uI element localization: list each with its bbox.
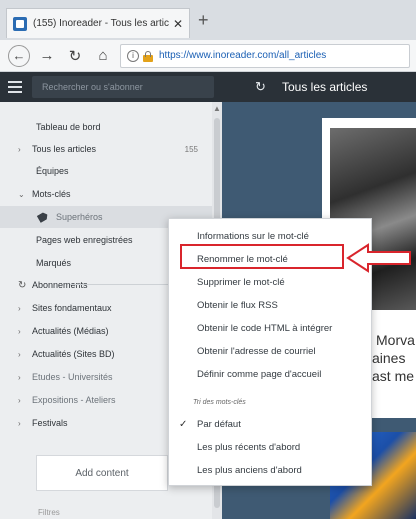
menu-item-rss-feed[interactable]: Obtenir le flux RSS [197, 300, 278, 311]
highlight-box [180, 244, 344, 269]
back-icon[interactable]: ← [8, 44, 30, 67]
article-title-line[interactable]: Morva [376, 332, 415, 348]
lock-icon [143, 50, 153, 62]
filters-label[interactable]: Filtres [38, 508, 60, 517]
info-icon[interactable]: i [127, 49, 139, 62]
refresh-icon[interactable]: ↻ [255, 79, 266, 95]
sidebar-item-tags[interactable]: ⌄ Mots-clés [0, 183, 212, 205]
sort-section-heading: Tri des mots-clés [193, 399, 246, 406]
browser-tab[interactable]: (155) Inoreader - Tous les artic ✕ [6, 8, 190, 38]
browser-navbar: ← → ↻ ⌂ i https://www.inoreader.com/all_… [0, 40, 416, 72]
home-icon[interactable]: ⌂ [92, 45, 114, 67]
search-input[interactable]: Rechercher ou s'abonner [32, 76, 214, 98]
sidebar-item-label: Tous les articles [32, 144, 97, 154]
menu-item-tag-info[interactable]: Informations sur le mot-clé [197, 231, 309, 242]
reload-icon[interactable]: ↻ [64, 45, 86, 67]
page-title: Tous les articles [282, 80, 368, 94]
sidebar-item-label: Tableau de bord [36, 122, 101, 132]
app-header: Rechercher ou s'abonner ↻ Tous les artic… [0, 72, 416, 102]
menu-item-sort-default[interactable]: Par défaut [197, 419, 241, 430]
sidebar-item-all-articles[interactable]: › Tous les articles 155 [0, 138, 212, 160]
chevron-right-icon[interactable]: › [18, 145, 32, 154]
browser-tabbar: (155) Inoreader - Tous les artic ✕ + [0, 0, 416, 40]
article-title-line[interactable]: ast me [372, 368, 414, 384]
add-content-button[interactable]: Add content [36, 455, 168, 491]
chevron-down-icon[interactable]: ⌄ [18, 190, 32, 199]
inoreader-favicon-icon [13, 16, 27, 31]
chevron-right-icon[interactable]: › [18, 419, 32, 428]
scroll-up-icon[interactable]: ▲ [212, 104, 222, 113]
chevron-right-icon[interactable]: › [18, 350, 32, 359]
tab-title: (155) Inoreader - Tous les artic [33, 18, 169, 29]
menu-item-email-address[interactable]: Obtenir l'adresse de courriel [197, 346, 316, 357]
article-title-line[interactable]: aines [372, 350, 405, 366]
menu-item-embed-html[interactable]: Obtenir le code HTML à intégrer [197, 323, 332, 334]
chevron-right-icon[interactable]: › [18, 373, 32, 382]
search-placeholder: Rechercher ou s'abonner [42, 82, 143, 92]
menu-icon[interactable] [8, 81, 22, 93]
sidebar-item-dashboard[interactable]: Tableau de bord [0, 116, 212, 138]
menu-item-set-homepage[interactable]: Définir comme page d'accueil [197, 369, 321, 380]
sidebar-item-label: Mots-clés [32, 189, 71, 199]
sidebar-item-label: Équipes [36, 166, 69, 176]
sidebar-item-teams[interactable]: Équipes [0, 160, 212, 182]
menu-item-sort-newest[interactable]: Les plus récents d'abord [197, 442, 300, 453]
chevron-right-icon[interactable]: › [18, 304, 32, 313]
forward-icon[interactable]: → [36, 45, 58, 67]
tag-icon [37, 211, 50, 223]
chevron-right-icon[interactable]: › [18, 396, 32, 405]
refresh-icon[interactable]: ↻ [18, 280, 32, 291]
chevron-right-icon[interactable]: › [18, 327, 32, 336]
url-text: https://www.inoreader.com/all_articles [159, 50, 327, 61]
menu-item-sort-oldest[interactable]: Les plus anciens d'abord [197, 465, 302, 476]
checkmark-icon: ✓ [179, 419, 188, 430]
new-tab-button[interactable]: + [198, 10, 209, 31]
close-icon[interactable]: ✕ [173, 17, 183, 31]
annotation-arrow-icon [346, 243, 411, 273]
unread-count: 155 [184, 144, 198, 154]
address-bar[interactable]: i https://www.inoreader.com/all_articles [120, 43, 410, 68]
menu-item-delete-tag[interactable]: Supprimer le mot-clé [197, 277, 285, 288]
